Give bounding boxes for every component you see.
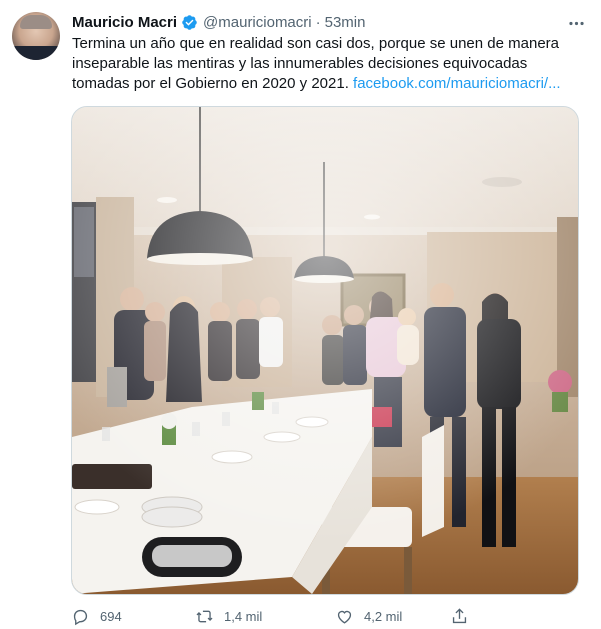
timestamp[interactable]: 53min: [325, 14, 366, 31]
author-handle[interactable]: @mauriciomacri: [203, 14, 312, 31]
tweet-text-fragment: tomadas por el Gobierno en 2020 y 2021.: [72, 75, 354, 92]
dinner-party-photo: [72, 107, 578, 594]
tweet-text: Termina un año que en realidad son casi …: [72, 34, 582, 94]
more-options-icon[interactable]: [563, 10, 589, 36]
reply-count: 694: [100, 608, 122, 624]
reply-button[interactable]: 694: [71, 605, 122, 627]
tweet-text-line: Termina un año que en realidad son casi …: [72, 35, 559, 52]
share-button[interactable]: [450, 605, 469, 627]
tweet-link[interactable]: facebook.com/mauriciomacri/...: [353, 75, 561, 92]
like-icon: [337, 610, 352, 624]
share-icon: [452, 607, 467, 623]
retweet-icon: [196, 610, 213, 622]
tweet-card[interactable]: Mauricio Macri @mauriciomacri · 53min Te…: [0, 0, 601, 629]
avatar[interactable]: [12, 12, 60, 60]
tweet-text-line: tomadas por el Gobierno en 2020 y 2021. …: [72, 74, 582, 94]
tweet-header: Mauricio Macri @mauriciomacri · 53min: [72, 12, 581, 32]
tweet-photo[interactable]: [71, 106, 579, 595]
retweet-button[interactable]: 1,4 mil: [195, 605, 262, 627]
like-button[interactable]: 4,2 mil: [335, 605, 402, 627]
reply-icon: [73, 609, 88, 625]
like-count: 4,2 mil: [364, 608, 403, 624]
tweet-actions: 694 1,4 mil 4,2 mil: [71, 605, 491, 629]
retweet-count: 1,4 mil: [224, 608, 263, 624]
separator-dot: ·: [315, 13, 321, 31]
author-name[interactable]: Mauricio Macri: [72, 14, 177, 31]
verified-badge-icon: [181, 14, 198, 31]
tweet-text-line: inseparable las mentiras y las innumerab…: [72, 55, 528, 72]
